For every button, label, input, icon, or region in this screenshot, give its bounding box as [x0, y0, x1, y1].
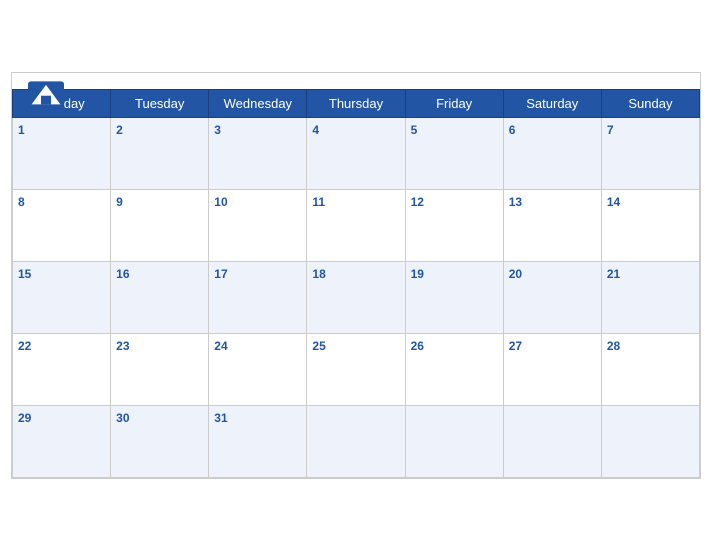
day-number: 21	[607, 267, 620, 281]
calendar-header	[12, 73, 700, 89]
day-number: 25	[312, 339, 325, 353]
weekday-header-tuesday: Tuesday	[111, 89, 209, 117]
calendar-day-cell: 25	[307, 333, 405, 405]
calendar-day-cell: 11	[307, 189, 405, 261]
weekday-header-friday: Friday	[405, 89, 503, 117]
calendar-container: MondayTuesdayWednesdayThursdayFridaySatu…	[11, 72, 701, 479]
weekday-header-saturday: Saturday	[503, 89, 601, 117]
calendar-day-cell: 9	[111, 189, 209, 261]
day-number: 14	[607, 195, 620, 209]
day-number: 28	[607, 339, 620, 353]
calendar-day-cell: 30	[111, 405, 209, 477]
day-number: 31	[214, 411, 227, 425]
calendar-day-cell: 23	[111, 333, 209, 405]
calendar-day-cell: 29	[13, 405, 111, 477]
calendar-day-cell: 18	[307, 261, 405, 333]
day-number: 19	[411, 267, 424, 281]
calendar-day-cell: 3	[209, 117, 307, 189]
day-number: 26	[411, 339, 424, 353]
calendar-day-cell: 5	[405, 117, 503, 189]
calendar-week-row: 15 16 17 18 19 20 21	[13, 261, 700, 333]
day-number: 7	[607, 123, 614, 137]
calendar-day-cell: 4	[307, 117, 405, 189]
calendar-day-cell: 16	[111, 261, 209, 333]
day-number: 3	[214, 123, 221, 137]
day-number: 1	[18, 123, 25, 137]
calendar-day-cell: 6	[503, 117, 601, 189]
day-number: 29	[18, 411, 31, 425]
weekday-header-wednesday: Wednesday	[209, 89, 307, 117]
calendar-day-cell: 15	[13, 261, 111, 333]
generalblue-logo-icon	[28, 81, 64, 109]
calendar-day-cell: 28	[601, 333, 699, 405]
calendar-week-row: 29 30 31	[13, 405, 700, 477]
calendar-day-cell: 14	[601, 189, 699, 261]
calendar-week-row: 22 23 24 25 26 27 28	[13, 333, 700, 405]
day-number: 24	[214, 339, 227, 353]
calendar-week-row: 1 2 3 4 5 6 7	[13, 117, 700, 189]
calendar-day-cell: 13	[503, 189, 601, 261]
calendar-day-cell: 21	[601, 261, 699, 333]
calendar-day-cell: 17	[209, 261, 307, 333]
calendar-day-cell	[503, 405, 601, 477]
weekday-header-row: MondayTuesdayWednesdayThursdayFridaySatu…	[13, 89, 700, 117]
calendar-day-cell: 7	[601, 117, 699, 189]
day-number: 23	[116, 339, 129, 353]
day-number: 6	[509, 123, 516, 137]
day-number: 13	[509, 195, 522, 209]
day-number: 9	[116, 195, 123, 209]
day-number: 27	[509, 339, 522, 353]
calendar-day-cell: 12	[405, 189, 503, 261]
day-number: 15	[18, 267, 31, 281]
calendar-day-cell: 22	[13, 333, 111, 405]
calendar-day-cell: 10	[209, 189, 307, 261]
weekday-header-thursday: Thursday	[307, 89, 405, 117]
weekday-header-sunday: Sunday	[601, 89, 699, 117]
day-number: 10	[214, 195, 227, 209]
day-number: 5	[411, 123, 418, 137]
day-number: 17	[214, 267, 227, 281]
day-number: 8	[18, 195, 25, 209]
calendar-day-cell: 26	[405, 333, 503, 405]
calendar-day-cell: 20	[503, 261, 601, 333]
calendar-day-cell	[405, 405, 503, 477]
day-number: 11	[312, 195, 325, 209]
calendar-table: MondayTuesdayWednesdayThursdayFridaySatu…	[12, 89, 700, 478]
logo-area	[28, 81, 64, 109]
day-number: 12	[411, 195, 424, 209]
day-number: 30	[116, 411, 129, 425]
calendar-day-cell: 24	[209, 333, 307, 405]
day-number: 4	[312, 123, 319, 137]
calendar-day-cell: 31	[209, 405, 307, 477]
day-number: 16	[116, 267, 129, 281]
calendar-day-cell: 8	[13, 189, 111, 261]
day-number: 2	[116, 123, 123, 137]
calendar-day-cell: 27	[503, 333, 601, 405]
calendar-week-row: 8 9 10 11 12 13 14	[13, 189, 700, 261]
calendar-day-cell	[601, 405, 699, 477]
calendar-day-cell: 19	[405, 261, 503, 333]
calendar-day-cell: 1	[13, 117, 111, 189]
calendar-tbody: 1234567891011121314151617181920212223242…	[13, 117, 700, 477]
calendar-thead: MondayTuesdayWednesdayThursdayFridaySatu…	[13, 89, 700, 117]
calendar-day-cell	[307, 405, 405, 477]
day-number: 20	[509, 267, 522, 281]
calendar-day-cell: 2	[111, 117, 209, 189]
day-number: 18	[312, 267, 325, 281]
day-number: 22	[18, 339, 31, 353]
